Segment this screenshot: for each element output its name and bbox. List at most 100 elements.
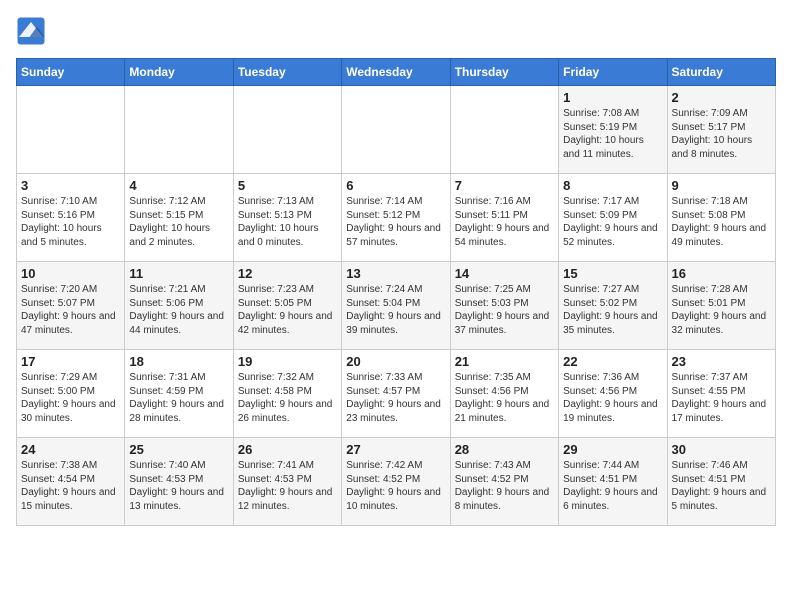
day-info: Sunrise: 7:38 AMSunset: 4:54 PMDaylight:… <box>21 459 120 513</box>
day-info: Sunrise: 7:12 AMSunset: 5:15 PMDaylight:… <box>129 195 228 249</box>
day-info: Sunrise: 7:28 AMSunset: 5:01 PMDaylight:… <box>672 283 771 337</box>
day-info: Sunrise: 7:44 AMSunset: 4:51 PMDaylight:… <box>563 459 662 513</box>
day-number: 14 <box>455 266 554 281</box>
logo <box>16 16 50 46</box>
day-number: 5 <box>238 178 337 193</box>
calendar-cell: 27 Sunrise: 7:42 AMSunset: 4:52 PMDayligh… <box>342 438 450 526</box>
calendar-cell <box>450 86 558 174</box>
calendar-cell: 10 Sunrise: 7:20 AMSunset: 5:07 PMDayligh… <box>17 262 125 350</box>
day-number: 29 <box>563 442 662 457</box>
day-info: Sunrise: 7:27 AMSunset: 5:02 PMDaylight:… <box>563 283 662 337</box>
day-number: 9 <box>672 178 771 193</box>
calendar-cell: 17 Sunrise: 7:29 AMSunset: 5:00 PMDayligh… <box>17 350 125 438</box>
calendar-week-3: 10 Sunrise: 7:20 AMSunset: 5:07 PMDayligh… <box>17 262 776 350</box>
day-number: 27 <box>346 442 445 457</box>
calendar-body: 1 Sunrise: 7:08 AMSunset: 5:19 PMDaylight… <box>17 86 776 526</box>
calendar-cell: 6 Sunrise: 7:14 AMSunset: 5:12 PMDaylight… <box>342 174 450 262</box>
day-info: Sunrise: 7:13 AMSunset: 5:13 PMDaylight:… <box>238 195 337 249</box>
day-number: 30 <box>672 442 771 457</box>
calendar-cell: 2Sunrise: 7:09 AMSunset: 5:17 PMDaylight… <box>667 86 775 174</box>
calendar-week-4: 17 Sunrise: 7:29 AMSunset: 5:00 PMDayligh… <box>17 350 776 438</box>
day-number: 16 <box>672 266 771 281</box>
calendar-cell <box>125 86 233 174</box>
calendar-cell: 23Sunrise: 7:37 AMSunset: 4:55 PMDayligh… <box>667 350 775 438</box>
day-info: Sunrise: 7:42 AMSunset: 4:52 PMDaylight:… <box>346 459 445 513</box>
day-info: Sunrise: 7:25 AMSunset: 5:03 PMDaylight:… <box>455 283 554 337</box>
day-number: 12 <box>238 266 337 281</box>
day-number: 20 <box>346 354 445 369</box>
day-info: Sunrise: 7:20 AMSunset: 5:07 PMDaylight:… <box>21 283 120 337</box>
calendar-cell: 7 Sunrise: 7:16 AMSunset: 5:11 PMDaylight… <box>450 174 558 262</box>
day-info: Sunrise: 7:24 AMSunset: 5:04 PMDaylight:… <box>346 283 445 337</box>
day-info: Sunrise: 7:35 AMSunset: 4:56 PMDaylight:… <box>455 371 554 425</box>
day-number: 24 <box>21 442 120 457</box>
day-number: 3 <box>21 178 120 193</box>
calendar-cell: 28Sunrise: 7:43 AMSunset: 4:52 PMDayligh… <box>450 438 558 526</box>
calendar-cell: 8 Sunrise: 7:17 AMSunset: 5:09 PMDaylight… <box>559 174 667 262</box>
calendar-cell: 3 Sunrise: 7:10 AMSunset: 5:16 PMDaylight… <box>17 174 125 262</box>
calendar-cell: 26 Sunrise: 7:41 AMSunset: 4:53 PMDayligh… <box>233 438 341 526</box>
day-info: Sunrise: 7:40 AMSunset: 4:53 PMDaylight:… <box>129 459 228 513</box>
day-info: Sunrise: 7:08 AMSunset: 5:19 PMDaylight:… <box>563 107 662 161</box>
day-info: Sunrise: 7:33 AMSunset: 4:57 PMDaylight:… <box>346 371 445 425</box>
day-number: 11 <box>129 266 228 281</box>
day-number: 10 <box>21 266 120 281</box>
calendar-cell <box>233 86 341 174</box>
calendar-cell <box>17 86 125 174</box>
calendar-cell: 4 Sunrise: 7:12 AMSunset: 5:15 PMDaylight… <box>125 174 233 262</box>
calendar-week-5: 24 Sunrise: 7:38 AMSunset: 4:54 PMDayligh… <box>17 438 776 526</box>
day-number: 15 <box>563 266 662 281</box>
calendar-cell: 30 Sunrise: 7:46 AMSunset: 4:51 PMDayligh… <box>667 438 775 526</box>
calendar-cell: 9Sunrise: 7:18 AMSunset: 5:08 PMDaylight… <box>667 174 775 262</box>
day-info: Sunrise: 7:16 AMSunset: 5:11 PMDaylight:… <box>455 195 554 249</box>
calendar-cell: 11 Sunrise: 7:21 AMSunset: 5:06 PMDayligh… <box>125 262 233 350</box>
day-info: Sunrise: 7:14 AMSunset: 5:12 PMDaylight:… <box>346 195 445 249</box>
calendar-cell: 24 Sunrise: 7:38 AMSunset: 4:54 PMDayligh… <box>17 438 125 526</box>
calendar-cell: 15 Sunrise: 7:27 AMSunset: 5:02 PMDayligh… <box>559 262 667 350</box>
day-header-sunday: Sunday <box>17 59 125 86</box>
day-number: 23 <box>672 354 771 369</box>
day-info: Sunrise: 7:31 AMSunset: 4:59 PMDaylight:… <box>129 371 228 425</box>
calendar-cell: 14 Sunrise: 7:25 AMSunset: 5:03 PMDayligh… <box>450 262 558 350</box>
calendar-cell: 13 Sunrise: 7:24 AMSunset: 5:04 PMDayligh… <box>342 262 450 350</box>
day-info: Sunrise: 7:17 AMSunset: 5:09 PMDaylight:… <box>563 195 662 249</box>
logo-icon <box>16 16 46 46</box>
day-number: 1 <box>563 90 662 105</box>
day-number: 4 <box>129 178 228 193</box>
day-info: Sunrise: 7:10 AMSunset: 5:16 PMDaylight:… <box>21 195 120 249</box>
day-header-friday: Friday <box>559 59 667 86</box>
day-header-tuesday: Tuesday <box>233 59 341 86</box>
day-header-wednesday: Wednesday <box>342 59 450 86</box>
calendar-cell: 20 Sunrise: 7:33 AMSunset: 4:57 PMDayligh… <box>342 350 450 438</box>
calendar-header-row: SundayMondayTuesdayWednesdayThursdayFrid… <box>17 59 776 86</box>
calendar-cell: 19 Sunrise: 7:32 AMSunset: 4:58 PMDayligh… <box>233 350 341 438</box>
calendar-cell: 21 Sunrise: 7:35 AMSunset: 4:56 PMDayligh… <box>450 350 558 438</box>
day-number: 13 <box>346 266 445 281</box>
day-number: 21 <box>455 354 554 369</box>
calendar-cell: 12 Sunrise: 7:23 AMSunset: 5:05 PMDayligh… <box>233 262 341 350</box>
calendar-cell: 18 Sunrise: 7:31 AMSunset: 4:59 PMDayligh… <box>125 350 233 438</box>
page-header <box>16 16 776 46</box>
calendar-cell: 5 Sunrise: 7:13 AMSunset: 5:13 PMDaylight… <box>233 174 341 262</box>
day-number: 25 <box>129 442 228 457</box>
calendar-cell: 25 Sunrise: 7:40 AMSunset: 4:53 PMDayligh… <box>125 438 233 526</box>
day-info: Sunrise: 7:23 AMSunset: 5:05 PMDaylight:… <box>238 283 337 337</box>
day-info: Sunrise: 7:41 AMSunset: 4:53 PMDaylight:… <box>238 459 337 513</box>
calendar-cell: 1 Sunrise: 7:08 AMSunset: 5:19 PMDaylight… <box>559 86 667 174</box>
day-number: 19 <box>238 354 337 369</box>
day-info: Sunrise: 7:32 AMSunset: 4:58 PMDaylight:… <box>238 371 337 425</box>
day-info: Sunrise: 7:46 AMSunset: 4:51 PMDaylight:… <box>672 459 771 513</box>
calendar-week-1: 1 Sunrise: 7:08 AMSunset: 5:19 PMDaylight… <box>17 86 776 174</box>
calendar-cell: 16 Sunrise: 7:28 AMSunset: 5:01 PMDayligh… <box>667 262 775 350</box>
day-number: 8 <box>563 178 662 193</box>
day-header-saturday: Saturday <box>667 59 775 86</box>
day-number: 28 <box>455 442 554 457</box>
day-number: 18 <box>129 354 228 369</box>
day-number: 6 <box>346 178 445 193</box>
day-number: 26 <box>238 442 337 457</box>
calendar-cell: 22Sunrise: 7:36 AMSunset: 4:56 PMDayligh… <box>559 350 667 438</box>
day-number: 7 <box>455 178 554 193</box>
day-number: 17 <box>21 354 120 369</box>
day-info: Sunrise: 7:29 AMSunset: 5:00 PMDaylight:… <box>21 371 120 425</box>
day-info: Sunrise: 7:21 AMSunset: 5:06 PMDaylight:… <box>129 283 228 337</box>
